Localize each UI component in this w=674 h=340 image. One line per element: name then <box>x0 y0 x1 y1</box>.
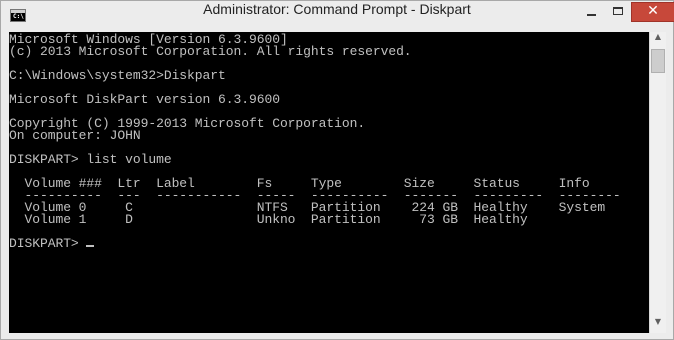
volume-row: Volume 1 D Unkno Partition 73 GB Healthy <box>9 212 528 227</box>
close-button[interactable]: ✕ <box>631 2 674 22</box>
console-line: DISKPART> list volume <box>9 152 172 167</box>
console-output[interactable]: Microsoft Windows [Version 6.3.9600] (c)… <box>9 32 649 333</box>
command-prompt-window: C:\ Administrator: Command Prompt - Disk… <box>0 0 674 340</box>
minimize-icon <box>587 14 596 16</box>
console-line: On computer: JOHN <box>9 128 141 143</box>
vertical-scrollbar[interactable]: ▲ ▼ <box>649 32 666 333</box>
scroll-up-arrow-icon[interactable]: ▲ <box>650 32 666 48</box>
close-icon: ✕ <box>647 3 659 19</box>
console-line: (c) 2013 Microsoft Corporation. All righ… <box>9 44 412 59</box>
window-title: Administrator: Command Prompt - Diskpart <box>203 1 471 17</box>
maximize-icon <box>613 7 623 15</box>
console-text: Microsoft Windows [Version 6.3.9600] (c)… <box>9 32 649 250</box>
scroll-down-arrow-icon[interactable]: ▼ <box>650 317 666 333</box>
console-line: Microsoft DiskPart version 6.3.9600 <box>9 92 280 107</box>
maximize-button[interactable] <box>605 2 631 22</box>
title-bar[interactable]: C:\ Administrator: Command Prompt - Disk… <box>1 1 674 32</box>
minimize-button[interactable] <box>579 2 605 22</box>
command-prompt: DISKPART> <box>9 236 87 251</box>
scrollbar-thumb[interactable] <box>651 49 665 73</box>
console-line: C:\Windows\system32>Diskpart <box>9 68 226 83</box>
text-cursor <box>86 245 95 247</box>
